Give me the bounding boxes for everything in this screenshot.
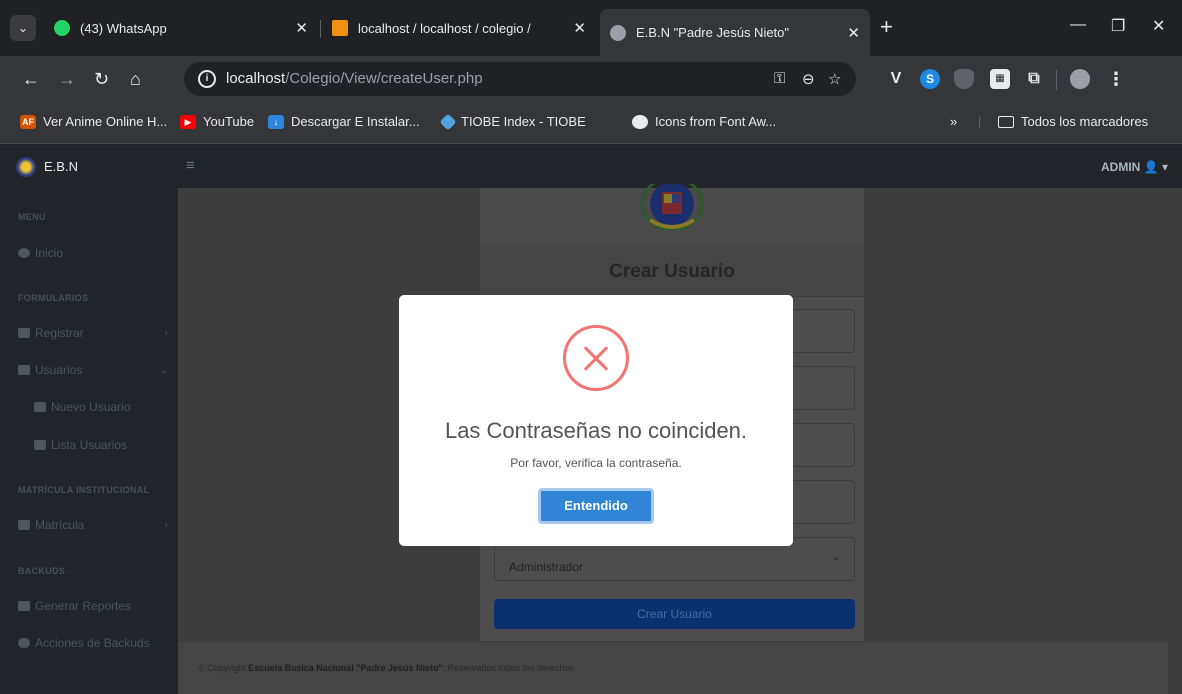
- card-logo-area: [480, 184, 864, 245]
- brand-name[interactable]: E.B.N: [44, 159, 78, 174]
- reload-button[interactable]: ↻: [94, 68, 109, 90]
- sidebar-item-usuarios[interactable]: Usuarios ⌄: [18, 363, 168, 377]
- close-tab-icon[interactable]: ✕: [295, 19, 308, 37]
- bookmarks-bar: AF Ver Anime Online H... ▶ YouTube ↓ Des…: [0, 102, 1182, 144]
- user-icon: 👤: [1143, 160, 1159, 174]
- user-icon: [18, 328, 30, 338]
- browser-tab-strip: ⌄ (43) WhatsApp ✕ localhost / localhost …: [0, 0, 1182, 56]
- tiobe-icon: [439, 113, 457, 130]
- chevron-right-icon: ›: [164, 327, 168, 339]
- browser-toolbar: ← → ↻ ⌂ i localhost/Colegio/View/createU…: [0, 56, 1182, 102]
- user-plus-icon: [34, 402, 46, 412]
- alert-message: Por favor, verifica la contraseña.: [510, 456, 682, 470]
- forward-button[interactable]: →: [58, 68, 76, 90]
- more-bookmarks-button[interactable]: »: [950, 114, 957, 129]
- youtube-icon: ▶: [180, 114, 196, 129]
- chevron-down-icon: ⌄: [159, 364, 168, 376]
- list-icon: [34, 440, 46, 450]
- form-title: Crear Usuario: [609, 261, 735, 282]
- report-icon: [18, 601, 30, 611]
- chevron-right-icon: ›: [164, 519, 168, 531]
- animeflv-icon: AF: [20, 114, 36, 129]
- folder-icon: [998, 115, 1014, 128]
- sidebar-item-matricula[interactable]: Matrícula ›: [18, 518, 168, 532]
- new-tab-button[interactable]: +: [880, 16, 893, 38]
- minimize-button[interactable]: —: [1070, 16, 1086, 34]
- user-menu[interactable]: ADMIN 👤 ▾: [1101, 160, 1168, 174]
- sidebar-item-nuevo-usuario[interactable]: Nuevo Usuario: [34, 400, 184, 414]
- shazam-extension-icon[interactable]: S: [920, 69, 940, 89]
- password-key-icon[interactable]: ⚿: [774, 70, 785, 87]
- sidebar-item-registrar[interactable]: Registrar ›: [18, 326, 168, 340]
- file-icon: [18, 520, 30, 530]
- dashboard-icon: [18, 248, 30, 258]
- toolbar-divider: [1056, 70, 1057, 90]
- bookmark-item[interactable]: ↓ Descargar E Instalar...: [268, 114, 420, 129]
- bookmark-star-icon[interactable]: ☆: [828, 70, 841, 88]
- bookmarks-divider: |: [978, 114, 982, 129]
- users-icon: [18, 365, 30, 375]
- sidebar-heading-backuds: BACKUDS: [18, 566, 66, 576]
- back-button[interactable]: ←: [22, 68, 40, 90]
- app-navbar: E.B.N ≡ ADMIN 👤 ▾: [0, 145, 1182, 188]
- extensions-puzzle-icon[interactable]: ⧉: [1024, 69, 1044, 89]
- zoom-icon[interactable]: ⊖: [802, 70, 815, 88]
- all-bookmarks-button[interactable]: Todos los marcadores: [998, 114, 1148, 129]
- site-info-icon[interactable]: i: [198, 70, 216, 88]
- close-tab-icon[interactable]: ✕: [573, 19, 586, 37]
- tab-phpmyadmin[interactable]: localhost / localhost / colegio / ✕: [322, 9, 596, 47]
- sidebar-item-lista-usuarios[interactable]: Lista Usuarios: [34, 438, 184, 452]
- globe-icon: [610, 24, 626, 41]
- error-x-icon: [563, 325, 629, 391]
- tab-search-button[interactable]: ⌄: [10, 15, 36, 41]
- tab-divider: [320, 20, 321, 38]
- sidebar-item-generar-reportes[interactable]: Generar Reportes: [18, 599, 168, 613]
- menu-kebab-icon[interactable]: ⋮: [1106, 69, 1126, 89]
- profile-avatar[interactable]: [1070, 69, 1090, 89]
- vimeo-extension-icon[interactable]: V: [886, 69, 906, 89]
- qr-code-extension-icon[interactable]: ▦: [990, 69, 1010, 89]
- url-text[interactable]: localhost/Colegio/View/createUser.php: [226, 70, 483, 87]
- chevron-down-icon: ⌄: [831, 552, 840, 563]
- bookmark-item[interactable]: AF Ver Anime Online H...: [20, 114, 167, 129]
- bookmark-item[interactable]: Icons from Font Aw...: [632, 114, 776, 129]
- whatsapp-icon: [54, 20, 70, 36]
- alert-title: Las Contraseñas no coinciden.: [444, 418, 748, 443]
- sidebar-heading-formularios: FORMULARIOS: [18, 293, 89, 303]
- error-alert-modal: Las Contraseñas no coinciden. Por favor,…: [399, 295, 793, 546]
- globe-icon: [632, 114, 648, 129]
- create-user-button[interactable]: Crear Usuario: [494, 599, 855, 629]
- page-footer: © Copyright Escuela Basica Nacional "Pad…: [178, 642, 1168, 694]
- bookmark-item[interactable]: TIOBE Index - TIOBE: [439, 113, 586, 130]
- tab-whatsapp[interactable]: (43) WhatsApp ✕: [44, 9, 318, 47]
- tab-title: E.B.N "Padre Jesús Nieto": [636, 25, 790, 40]
- sidebar-heading-menu: MENU: [18, 212, 46, 222]
- window-close-button[interactable]: ✕: [1152, 16, 1165, 36]
- bookmark-item[interactable]: ▶ YouTube: [180, 114, 254, 129]
- phpmyadmin-icon: [332, 20, 348, 36]
- download-icon: ↓: [268, 114, 284, 129]
- tab-title: localhost / localhost / colegio /: [358, 20, 531, 36]
- close-tab-icon[interactable]: ✕: [847, 24, 860, 42]
- cloud-icon: [18, 638, 30, 648]
- home-button[interactable]: ⌂: [130, 68, 141, 90]
- address-bar[interactable]: i localhost/Colegio/View/createUser.php …: [184, 62, 856, 96]
- sidebar-item-inicio[interactable]: Inicio: [18, 246, 168, 260]
- footer-copyright: © Copyright Escuela Basica Nacional "Pad…: [198, 663, 574, 673]
- sidebar-heading-matricula: MATRÍCULA INSTITUCIONAL: [18, 485, 150, 495]
- sidebar-toggle-icon[interactable]: ≡: [186, 157, 195, 174]
- tab-title: (43) WhatsApp: [80, 20, 167, 36]
- school-logo: [16, 157, 36, 177]
- shield-extension-icon[interactable]: [954, 69, 974, 89]
- restore-button[interactable]: ❐: [1111, 16, 1125, 36]
- confirm-button[interactable]: Entendido: [538, 488, 654, 524]
- sidebar: MENU Inicio FORMULARIOS Registrar › Usua…: [0, 188, 178, 694]
- sidebar-item-acciones-backuds[interactable]: Acciones de Backuds: [18, 636, 168, 650]
- tab-active-ebn[interactable]: E.B.N "Padre Jesús Nieto" ✕: [600, 9, 870, 56]
- school-crest-icon: [640, 184, 704, 230]
